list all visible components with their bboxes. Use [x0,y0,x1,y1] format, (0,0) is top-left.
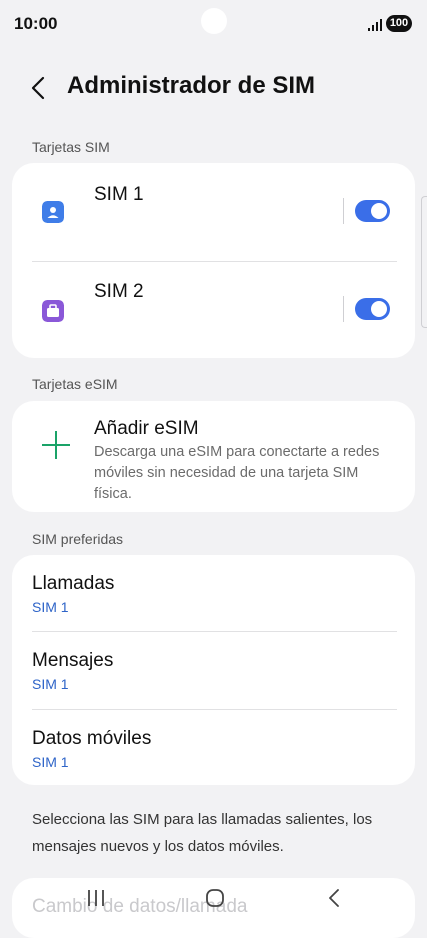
preferred-messages-row[interactable]: Mensajes SIM 1 [12,632,415,710]
back-arrow-icon[interactable] [26,73,54,103]
toggle-separator [343,198,344,224]
sim-contact-icon [42,201,64,223]
preferred-data-row[interactable]: Datos móviles SIM 1 [12,710,415,785]
messages-value: SIM 1 [32,676,69,692]
plus-icon [42,431,70,459]
sim-1-label: SIM 1 [94,184,144,205]
add-esim-card[interactable]: Añadir eSIM Descarga una eSIM para conec… [12,401,415,512]
toggle-separator [343,296,344,322]
battery-icon: 100 [386,15,412,32]
page-title: Administrador de SIM [67,72,316,99]
data-call-switch-row[interactable]: Cambio de datos/llamada [12,878,415,938]
recents-icon[interactable] [86,888,106,908]
scrollbar-handle[interactable] [421,196,427,328]
app-header: Administrador de SIM [0,65,427,111]
preferred-calls-row[interactable]: Llamadas SIM 1 [12,555,415,632]
signal-icon [368,19,382,31]
home-icon[interactable] [205,888,225,908]
sim-2-label: SIM 2 [94,281,144,302]
status-bar: 10:00 100 [0,0,427,50]
sim-briefcase-icon [42,300,64,322]
sim-row-2[interactable]: SIM 2 [12,262,415,358]
preferred-sim-footnote: Selecciona las SIM para las llamadas sal… [32,811,373,855]
section-label-preferred: SIM preferidas [32,531,124,547]
section-label-sim-cards: Tarjetas SIM [32,139,110,155]
sim-row-1[interactable]: SIM 1 [12,163,415,261]
section-label-esim-cards: Tarjetas eSIM [32,376,118,392]
add-esim-description: Descarga una eSIM para conectarte a rede… [94,444,380,502]
mobile-data-title: Datos móviles [32,728,152,749]
mobile-data-value: SIM 1 [32,754,69,770]
messages-title: Mensajes [32,650,114,671]
camera-cutout [201,8,227,34]
calls-title: Llamadas [32,573,115,594]
status-time: 10:00 [14,14,58,33]
calls-value: SIM 1 [32,599,69,615]
sim-cards-card: SIM 1 SIM 2 [12,163,415,358]
sim-1-toggle[interactable] [355,200,390,222]
preferred-sim-card: Llamadas SIM 1 Mensajes SIM 1 Datos móvi… [12,555,415,785]
nav-back-icon[interactable] [326,887,342,909]
sim-2-toggle[interactable] [355,298,390,320]
add-esim-title: Añadir eSIM [94,418,199,439]
